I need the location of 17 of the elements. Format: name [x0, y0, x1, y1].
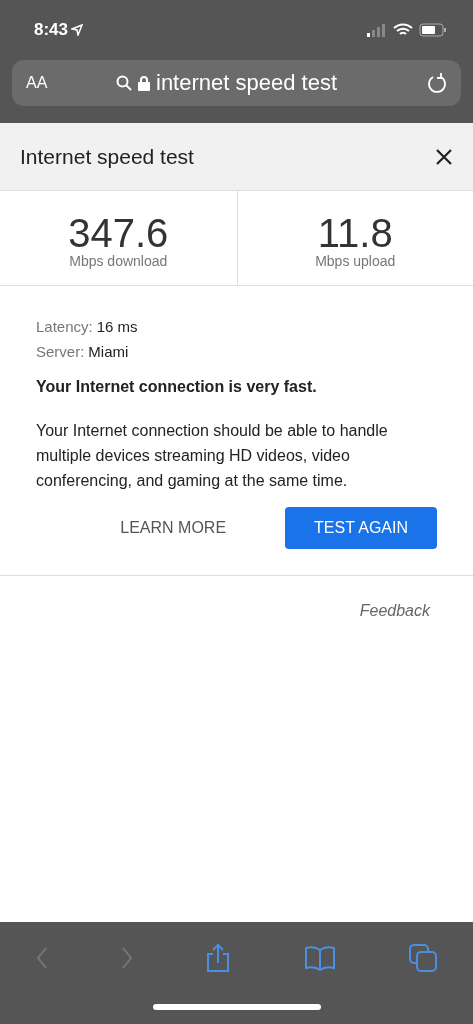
detail-label: Latency:	[36, 317, 93, 337]
detail-value: Miami	[88, 342, 129, 362]
speed-unit-label: Mbps download	[69, 253, 168, 269]
speed-value: 11.8	[317, 213, 393, 253]
speed-value: 347.6	[68, 213, 169, 253]
test-again-button[interactable]: TEST AGAIN	[285, 507, 437, 549]
feedback-link[interactable]: Feedback	[359, 602, 430, 620]
clock-time: 8:43	[34, 20, 69, 40]
learn-more-link[interactable]: LEARN MORE	[91, 507, 256, 549]
text-size-button[interactable]: AA	[26, 74, 116, 92]
detail-value: 16 ms	[96, 317, 138, 337]
description-text: Your Internet connection should be able to handle multiple devices streaming HD videos, video conferencing, and gaming at the same time.	[36, 421, 389, 491]
address-field[interactable]: internet speed test	[156, 70, 337, 96]
panel-title: Internet speed test	[20, 144, 194, 169]
detail-label: Server:	[36, 342, 85, 362]
speed-unit-label: Mbps upload	[315, 253, 396, 269]
verdict-text: Your Internet connection is very fast.	[36, 378, 318, 396]
